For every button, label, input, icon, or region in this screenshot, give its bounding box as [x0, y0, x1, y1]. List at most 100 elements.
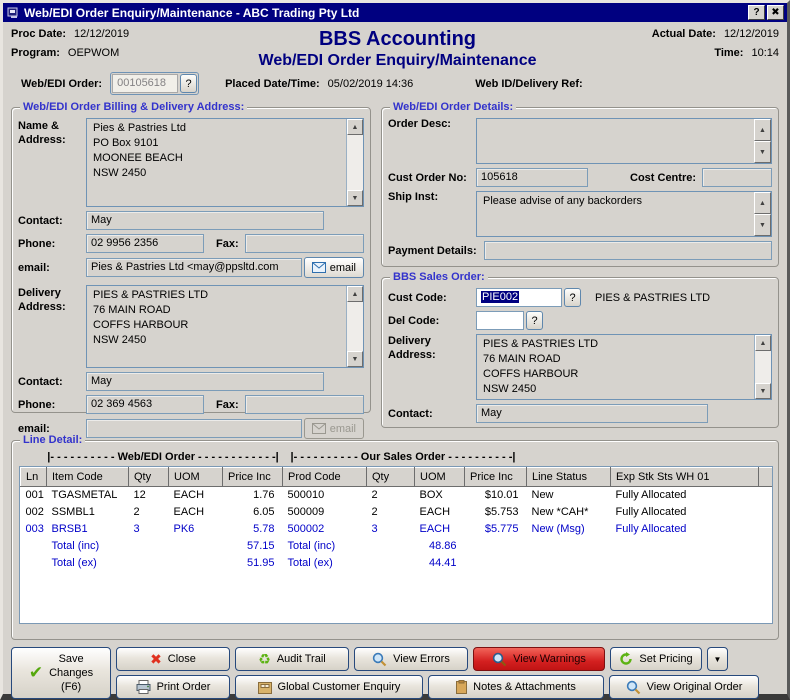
billing-email-input[interactable]: Pies & Pastries Ltd <may@ppsltd.com	[86, 258, 302, 277]
cost-centre-input[interactable]	[702, 168, 772, 187]
col-exp-stk[interactable]: Exp Stk Sts WH 01	[611, 468, 759, 487]
contact-label: Contact:	[18, 213, 86, 228]
scroll-down-icon[interactable]: ▼	[347, 351, 363, 367]
bbs-sales-legend: BBS Sales Order:	[390, 271, 488, 284]
set-pricing-button[interactable]: Set Pricing	[610, 647, 702, 671]
scroll-up-icon[interactable]: ▲	[754, 192, 771, 214]
save-changes-button[interactable]: ✔ SaveChanges(F6)	[11, 647, 111, 699]
delivery-contact-input[interactable]: May	[86, 372, 324, 391]
col-item-code[interactable]: Item Code	[47, 468, 129, 487]
delivery-fax-input[interactable]	[245, 395, 364, 414]
screen-title: Web/EDI Order Enquiry/Maintenance	[201, 52, 594, 70]
delivery-email-button[interactable]: email	[304, 418, 364, 439]
name-address-scrollbar[interactable]: ▲ ▼	[346, 119, 363, 206]
del-code-lookup-button[interactable]: ?	[526, 311, 543, 330]
webedi-order-input[interactable]: 00105618	[112, 74, 178, 93]
col-ln[interactable]: Ln	[21, 468, 47, 487]
cust-code-lookup-button[interactable]: ?	[564, 288, 581, 307]
program-label: Program:	[11, 47, 60, 59]
envelope-icon	[312, 262, 326, 273]
scroll-up-icon[interactable]: ▲	[347, 119, 363, 135]
billing-email-button[interactable]: email	[304, 257, 364, 278]
ship-inst-textarea[interactable]: Please advise of any backorders ▲ ▼	[476, 191, 772, 237]
col-price-inc[interactable]: Price Inc	[223, 468, 283, 487]
delivery-email-input[interactable]	[86, 419, 302, 438]
col-uom[interactable]: UOM	[169, 468, 223, 487]
col-qty[interactable]: Qty	[129, 468, 169, 487]
col-stub	[759, 468, 773, 487]
global-customer-enquiry-button[interactable]: Global Customer Enquiry	[235, 675, 423, 699]
proc-date-value: 12/12/2019	[74, 28, 129, 40]
ship-inst-spinner[interactable]: ▲ ▼	[754, 192, 771, 236]
placed-date-value: 05/02/2019 14:36	[328, 78, 414, 90]
del-code-input[interactable]	[476, 311, 524, 330]
bbs-sales-group: BBS Sales Order: Cust Code: PIE002 ? PIE…	[381, 277, 779, 428]
check-icon: ✔	[29, 663, 43, 683]
envelope-icon	[312, 423, 326, 434]
button-bar: ✔ SaveChanges(F6) ✖ Close ♻ Audit Trail …	[11, 647, 779, 699]
fax2-label: Fax:	[216, 399, 239, 411]
delivery-phone-input[interactable]: 02 369 4563	[86, 395, 204, 414]
scroll-down-icon[interactable]: ▼	[347, 190, 363, 206]
name-address-label: Name &Address:	[18, 118, 86, 147]
billing-legend: Web/EDI Order Billing & Delivery Address…	[20, 101, 247, 114]
clipboard-icon	[456, 680, 467, 694]
billing-contact-input[interactable]: May	[86, 211, 324, 230]
line-detail-legend: Line Detail:	[20, 434, 85, 447]
bbs-delivery-scrollbar[interactable]: ▲ ▼	[754, 335, 771, 399]
order-desc-textarea[interactable]: ▲ ▼	[476, 118, 772, 164]
table-row[interactable]: 001TGASMETAL12EACH1.765000102BOX$10.01Ne…	[21, 487, 773, 504]
order-details-legend: Web/EDI Order Details:	[390, 101, 516, 114]
audit-trail-button[interactable]: ♻ Audit Trail	[235, 647, 349, 671]
scroll-up-icon[interactable]: ▲	[347, 286, 363, 302]
printer-icon	[136, 680, 151, 694]
notes-attachments-button[interactable]: Notes & Attachments	[428, 675, 604, 699]
bbs-contact-input[interactable]: May	[476, 404, 708, 423]
cust-code-label: Cust Code:	[388, 291, 476, 305]
col-qty2[interactable]: Qty	[367, 468, 415, 487]
scroll-down-icon[interactable]: ▼	[755, 383, 771, 399]
col-price-inc2[interactable]: Price Inc	[465, 468, 527, 487]
view-errors-button[interactable]: View Errors	[354, 647, 468, 671]
col-line-status[interactable]: Line Status	[527, 468, 611, 487]
scroll-down-icon[interactable]: ▼	[754, 141, 771, 163]
billing-fax-input[interactable]	[245, 234, 364, 253]
print-order-button[interactable]: Print Order	[116, 675, 230, 699]
table-row[interactable]: 002SSMBL12EACH6.055000092EACH$5.753New *…	[21, 504, 773, 521]
payment-details-input[interactable]	[484, 241, 772, 260]
help-button[interactable]: ?	[748, 5, 765, 20]
view-warnings-button[interactable]: View Warnings	[473, 647, 605, 671]
table-row[interactable]: 003BRSB13PK65.785000023EACH$5.775New (Ms…	[21, 521, 773, 538]
col-uom2[interactable]: UOM	[415, 468, 465, 487]
col-prod-code[interactable]: Prod Code	[283, 468, 367, 487]
cust-order-input[interactable]: 105618	[476, 168, 588, 187]
bbs-delivery-address-textarea[interactable]: PIES & PASTRIES LTD 76 MAIN ROAD COFFS H…	[476, 334, 772, 400]
email-label: email:	[18, 260, 86, 275]
cust-code-input[interactable]: PIE002	[476, 288, 562, 307]
billing-group: Web/EDI Order Billing & Delivery Address…	[11, 107, 371, 413]
billing-phone-input[interactable]: 02 9956 2356	[86, 234, 204, 253]
bbs-contact-label: Contact:	[388, 407, 476, 421]
close-button[interactable]: ✖ Close	[116, 647, 230, 671]
payment-details-label: Payment Details:	[388, 245, 484, 257]
order-desc-spinner[interactable]: ▲ ▼	[754, 119, 771, 163]
scroll-up-icon[interactable]: ▲	[755, 335, 771, 351]
delivery-address-scrollbar[interactable]: ▲ ▼	[346, 286, 363, 367]
delivery-address-label: DeliveryAddress:	[18, 285, 86, 314]
delivery-address-textarea[interactable]: PIES & PASTRIES LTD 76 MAIN ROAD COFFS H…	[86, 285, 364, 368]
order-lookup-button[interactable]: ?	[180, 74, 197, 93]
cust-order-label: Cust Order No:	[388, 172, 476, 184]
scroll-up-icon[interactable]: ▲	[754, 119, 771, 141]
magnifier-icon	[372, 652, 387, 667]
order-number-row: Web/EDI Order: 00105618 ? Placed Date/Ti…	[21, 72, 779, 95]
contact2-label: Contact:	[18, 374, 86, 389]
view-original-order-button[interactable]: View Original Order	[609, 675, 759, 699]
window-close-button[interactable]: ✖	[767, 5, 784, 20]
webedi-span-header: |- - - - - - - - - - Web/EDI Order - - -…	[45, 451, 281, 463]
bbs-delivery-address-label: DeliveryAddress:	[388, 334, 476, 362]
phone-label: Phone:	[18, 236, 86, 251]
name-address-textarea[interactable]: Pies & Pastries Ltd PO Box 9101 MOONEE B…	[86, 118, 364, 207]
scroll-down-icon[interactable]: ▼	[754, 214, 771, 236]
line-grid[interactable]: Ln Item Code Qty UOM Price Inc Prod Code…	[19, 466, 773, 624]
set-pricing-dropdown-button[interactable]: ▼	[707, 647, 728, 671]
